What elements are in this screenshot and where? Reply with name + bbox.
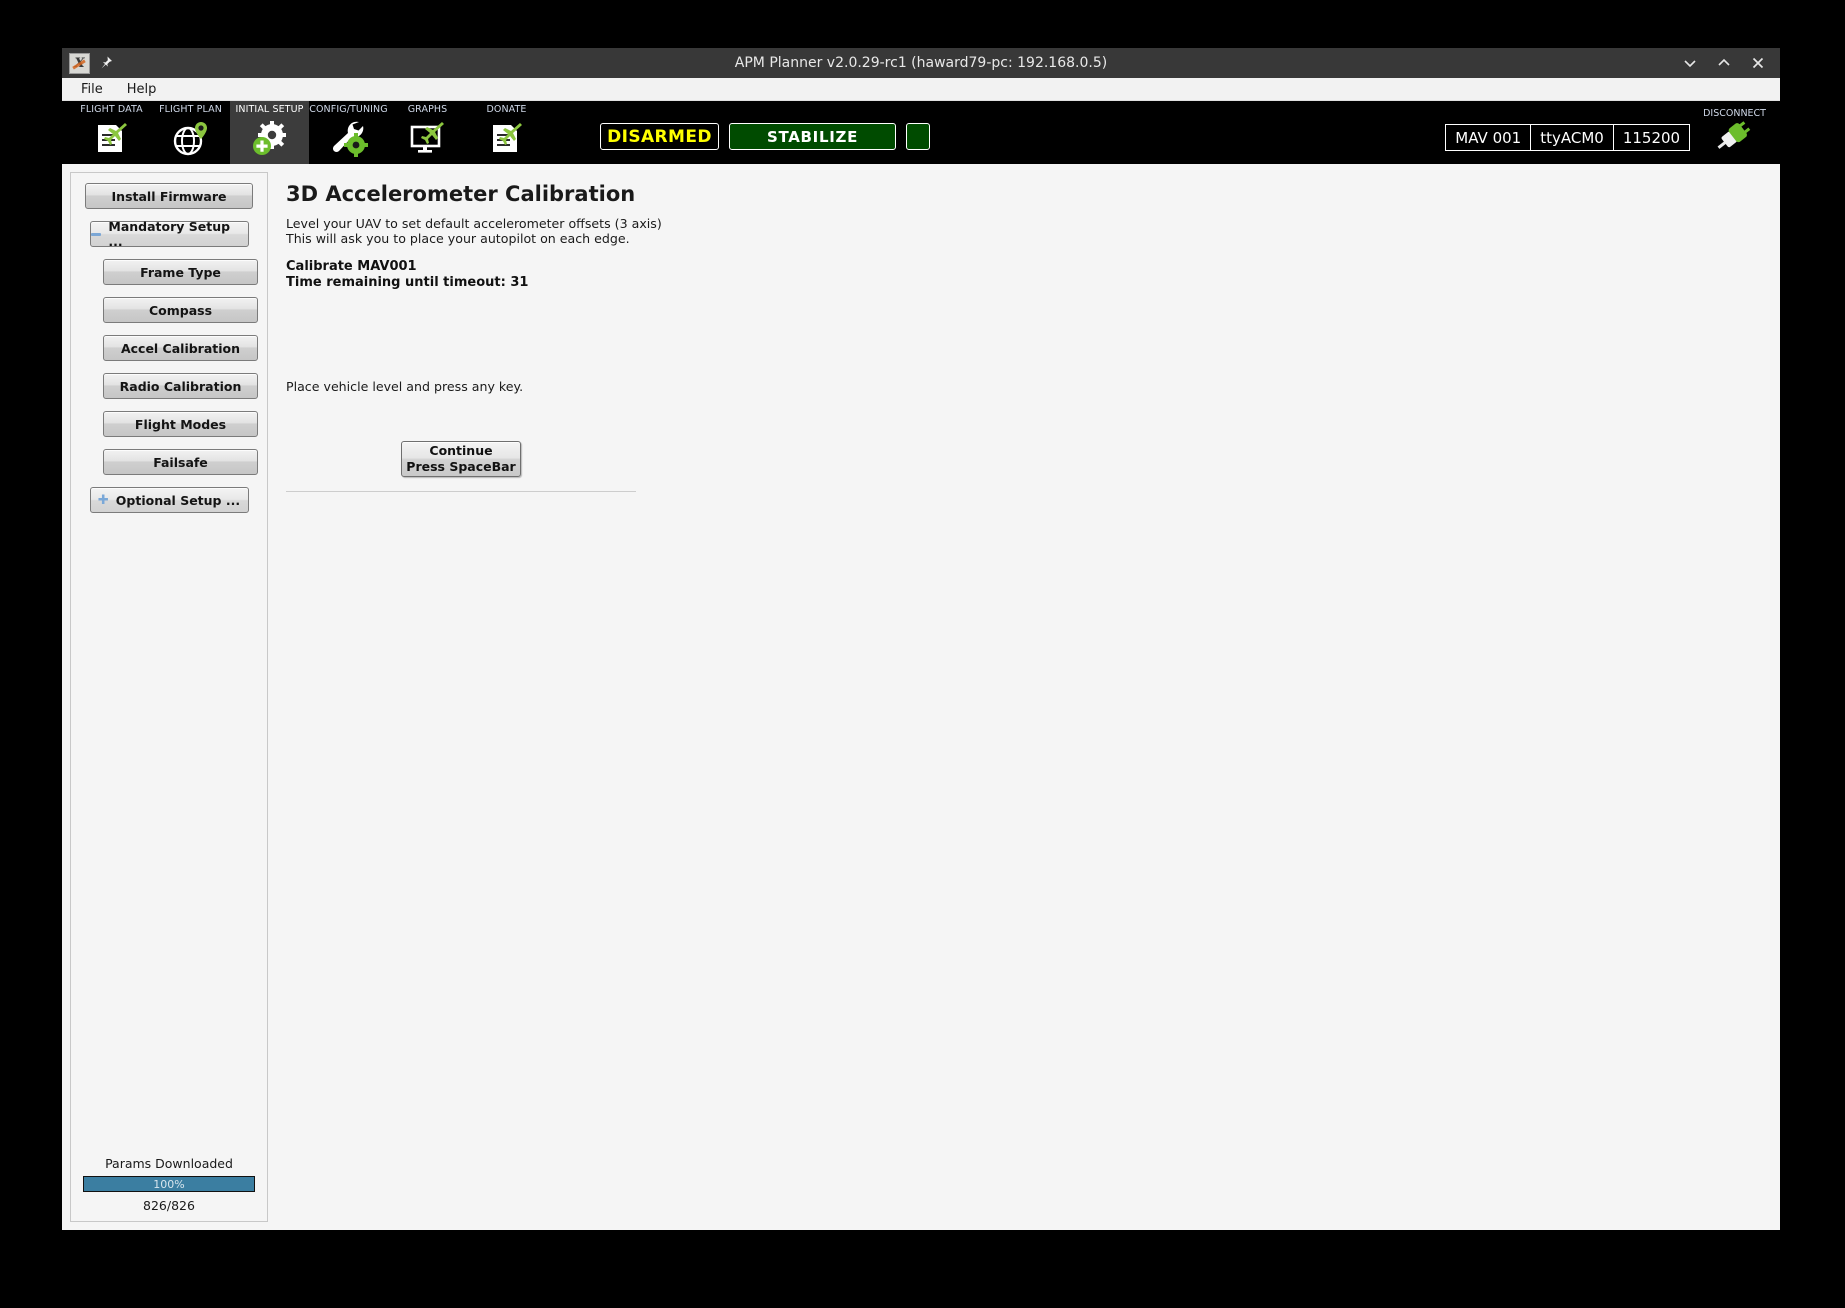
chevron-down-icon[interactable]	[1682, 55, 1698, 71]
setup-sidebar: Install Firmware Mandatory Setup ... Fra…	[70, 172, 268, 1222]
plug-connected-icon	[1712, 120, 1758, 156]
progress-label: Params Downloaded	[105, 1156, 233, 1171]
minus-expander-icon	[90, 232, 102, 236]
title-bar: X APM Planner v2.0.29-rc1 (haward79-pc: …	[62, 48, 1780, 78]
sidebar-item-label: Flight Modes	[134, 416, 227, 432]
calibration-status-block: Calibrate MAV001 Time remaining until ti…	[286, 259, 1772, 292]
sidebar-item-optional-setup[interactable]: ✚ Optional Setup ...	[89, 487, 249, 513]
window-title: APM Planner v2.0.29-rc1 (haward79-pc: 19…	[734, 55, 1108, 71]
tab-donate[interactable]: DONATE	[467, 101, 546, 164]
sidebar-item-compass[interactable]: Compass	[103, 297, 258, 323]
continue-button-wrap: Continue Press SpaceBar	[286, 440, 636, 492]
page-title: 3D Accelerometer Calibration	[286, 182, 636, 206]
chevron-up-icon[interactable]	[1716, 55, 1732, 71]
calibration-pane: 3D Accelerometer Calibration Level your …	[268, 172, 1772, 1222]
globe-pin-icon	[169, 117, 213, 159]
tab-graphs[interactable]: GRAPHS	[388, 101, 467, 164]
sidebar-item-mandatory-setup[interactable]: Mandatory Setup ...	[89, 219, 249, 249]
description-line-1: Level your UAV to set default accelerome…	[286, 216, 662, 231]
timeout-countdown-text: Time remaining until timeout: 31	[286, 275, 529, 291]
sidebar-item-radio-calibration[interactable]: Radio Calibration	[103, 373, 258, 399]
sidebar-item-label: Failsafe	[153, 454, 208, 470]
pin-icon[interactable]	[98, 55, 114, 71]
tab-initial-setup[interactable]: INITIAL SETUP	[230, 101, 309, 164]
progress-bar: 100%	[83, 1176, 255, 1192]
sidebar-item-label: Accel Calibration	[120, 340, 241, 356]
calibrate-target-text: Calibrate MAV001	[286, 258, 417, 274]
disconnect-button[interactable]: DISCONNECT	[1703, 108, 1766, 156]
tab-flight-data-label: FLIGHT DATA	[80, 104, 143, 115]
sidebar-item-install-firmware[interactable]: Install Firmware	[85, 183, 253, 209]
application-window: X APM Planner v2.0.29-rc1 (haward79-pc: …	[62, 48, 1780, 1230]
tab-flight-data[interactable]: FLIGHT DATA	[72, 101, 151, 164]
tab-flight-plan[interactable]: FLIGHT PLAN	[151, 101, 230, 164]
menu-item-file[interactable]: File	[72, 81, 112, 98]
close-icon[interactable]	[1750, 55, 1766, 71]
wrench-gear-icon	[327, 117, 371, 159]
sidebar-item-accel-calibration[interactable]: Accel Calibration	[103, 335, 258, 361]
connection-info-group: MAV 001 ttyACM0 115200 DISCONNECT	[1445, 108, 1780, 156]
link-status-indicator	[906, 123, 930, 150]
serial-port-field[interactable]: ttyACM0	[1530, 124, 1614, 151]
title-bar-left-icons: X	[62, 52, 114, 74]
plus-expander-icon: ✚	[97, 492, 109, 508]
apm-app-icon[interactable]: X	[69, 52, 90, 74]
continue-button-line2: Press SpaceBar	[406, 458, 516, 474]
tab-config-tuning[interactable]: CONFIG/TUNING	[309, 101, 388, 164]
monitor-plane-icon	[406, 117, 450, 159]
progress-percent-text: 100%	[153, 1177, 185, 1191]
gear-plus-icon	[248, 117, 292, 159]
tab-graphs-label: GRAPHS	[407, 104, 448, 115]
mav-id-field[interactable]: MAV 001	[1445, 124, 1532, 151]
document-plane-icon	[485, 117, 529, 159]
sidebar-item-label: Radio Calibration	[119, 378, 242, 394]
continue-button[interactable]: Continue Press SpaceBar	[401, 440, 521, 477]
tab-donate-label: DONATE	[486, 104, 527, 115]
continue-button-line1: Continue	[429, 443, 493, 459]
sidebar-item-failsafe[interactable]: Failsafe	[103, 449, 258, 475]
flight-mode-badge[interactable]: STABILIZE	[729, 123, 896, 150]
progress-count-text: 826/826	[143, 1198, 195, 1213]
armed-status-badge[interactable]: DISARMED	[600, 123, 719, 150]
baud-rate-field[interactable]: 115200	[1612, 124, 1691, 151]
menu-item-help[interactable]: Help	[118, 81, 166, 98]
sidebar-item-flight-modes[interactable]: Flight Modes	[103, 411, 258, 437]
instruction-text: Place vehicle level and press any key.	[286, 378, 524, 394]
tab-flight-plan-label: FLIGHT PLAN	[159, 104, 222, 115]
document-plane-icon	[90, 117, 134, 159]
sidebar-item-label: Mandatory Setup ...	[108, 219, 231, 249]
tab-initial-setup-label: INITIAL SETUP	[235, 104, 304, 115]
menu-bar: File Help	[62, 78, 1780, 101]
sidebar-item-frame-type[interactable]: Frame Type	[103, 259, 258, 285]
nav-tab-list: FLIGHT DATA FLIGHT PLAN INITIAL SETUP CO…	[62, 101, 546, 164]
description-line-2: This will ask you to place your autopilo…	[286, 231, 630, 247]
status-indicator-group: DISARMED STABILIZE	[600, 123, 930, 150]
sidebar-item-label: Compass	[148, 302, 213, 318]
window-controls	[1682, 55, 1780, 71]
sidebar-item-label: Frame Type	[140, 264, 221, 280]
params-download-progress: Params Downloaded 100% 826/826	[71, 1156, 267, 1213]
tab-config-tuning-label: CONFIG/TUNING	[309, 104, 388, 115]
sidebar-item-label: Install Firmware	[111, 188, 227, 204]
sidebar-item-label: Optional Setup ...	[115, 492, 241, 508]
main-toolbar: FLIGHT DATA FLIGHT PLAN INITIAL SETUP CO…	[62, 101, 1780, 164]
section-divider	[286, 490, 636, 492]
disconnect-label: DISCONNECT	[1703, 107, 1766, 119]
content-area: Install Firmware Mandatory Setup ... Fra…	[62, 164, 1780, 1230]
screen-root: X APM Planner v2.0.29-rc1 (haward79-pc: …	[0, 0, 1845, 1308]
